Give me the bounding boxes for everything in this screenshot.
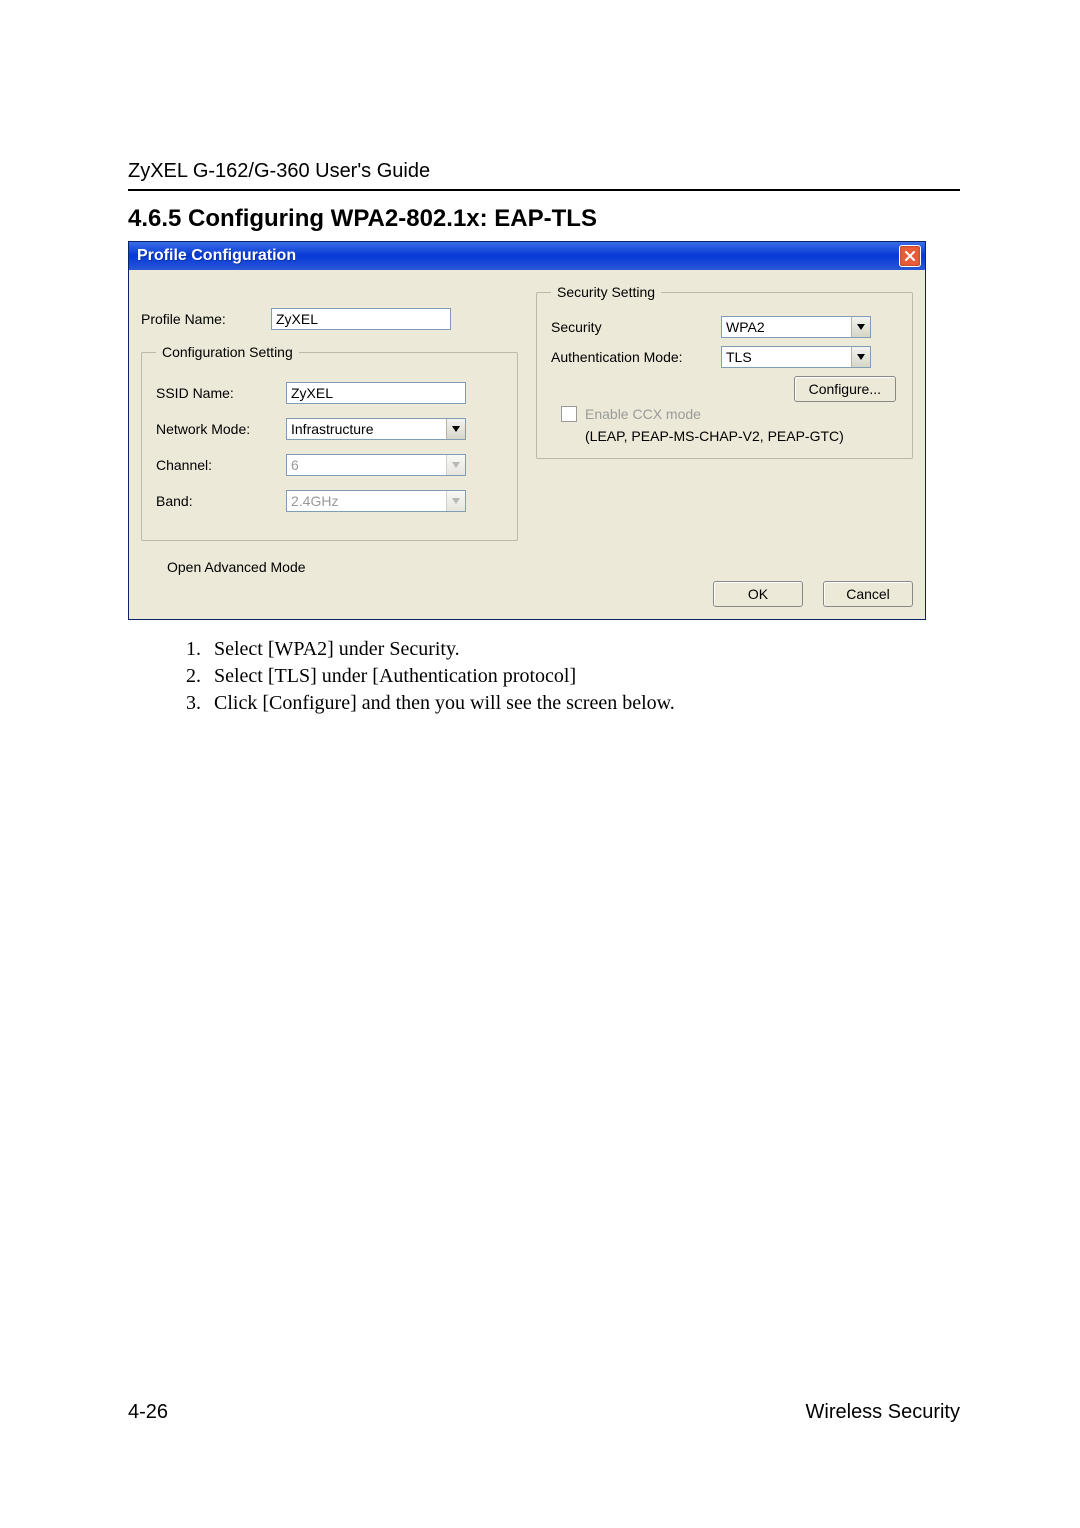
close-icon [904,250,916,262]
profile-name-input[interactable] [271,308,451,330]
cancel-button[interactable]: Cancel [823,581,913,607]
configuration-setting-legend: Configuration Setting [156,344,299,360]
security-setting-group: Security Setting Security WPA2 A [536,284,913,459]
channel-label: Channel: [156,457,286,473]
window-title: Profile Configuration [137,247,899,265]
document-header: ZyXEL G-162/G-360 User's Guide [128,160,960,183]
window-close-button[interactable] [899,245,921,267]
footer-chapter: Wireless Security [806,1401,960,1424]
security-label: Security [551,319,721,335]
security-setting-legend: Security Setting [551,284,661,300]
step-item: Click [Configure] and then you will see … [206,692,960,715]
ccx-hint: (LEAP, PEAP-MS-CHAP-V2, PEAP-GTC) [585,428,898,444]
channel-value: 6 [291,457,299,473]
channel-select: 6 [286,454,466,476]
step-item: Select [WPA2] under Security. [206,638,960,661]
enable-ccx-checkbox [561,406,577,422]
profile-configuration-window: Profile Configuration Profile Name: Conf… [128,241,926,620]
band-select: 2.4GHz [286,490,466,512]
network-mode-value: Infrastructure [291,421,373,437]
ssid-name-label: SSID Name: [156,385,286,401]
chevron-down-icon [446,455,465,475]
enable-ccx-label: Enable CCX mode [585,406,701,422]
network-mode-label: Network Mode: [156,421,286,437]
chevron-down-icon [446,419,465,439]
configuration-setting-group: Configuration Setting SSID Name: Network… [141,344,518,541]
chevron-down-icon [446,491,465,511]
page-number: 4-26 [128,1401,168,1424]
authentication-mode-value: TLS [726,349,752,365]
profile-name-label: Profile Name: [141,311,271,327]
ssid-name-input[interactable] [286,382,466,404]
steps-list: Select [WPA2] under Security. Select [TL… [206,638,960,715]
open-advanced-mode-link[interactable]: Open Advanced Mode [167,559,518,575]
security-value: WPA2 [726,319,765,335]
network-mode-select[interactable]: Infrastructure [286,418,466,440]
chevron-down-icon [851,317,870,337]
authentication-mode-select[interactable]: TLS [721,346,871,368]
section-heading: 4.6.5 Configuring WPA2-802.1x: EAP-TLS [128,205,960,233]
chevron-down-icon [851,347,870,367]
header-rule [128,189,960,191]
band-label: Band: [156,493,286,509]
authentication-mode-label: Authentication Mode: [551,349,721,365]
security-select[interactable]: WPA2 [721,316,871,338]
window-titlebar: Profile Configuration [129,242,925,270]
step-item: Select [TLS] under [Authentication proto… [206,665,960,688]
band-value: 2.4GHz [291,493,338,509]
configure-button[interactable]: Configure... [794,376,896,402]
ok-button[interactable]: OK [713,581,803,607]
